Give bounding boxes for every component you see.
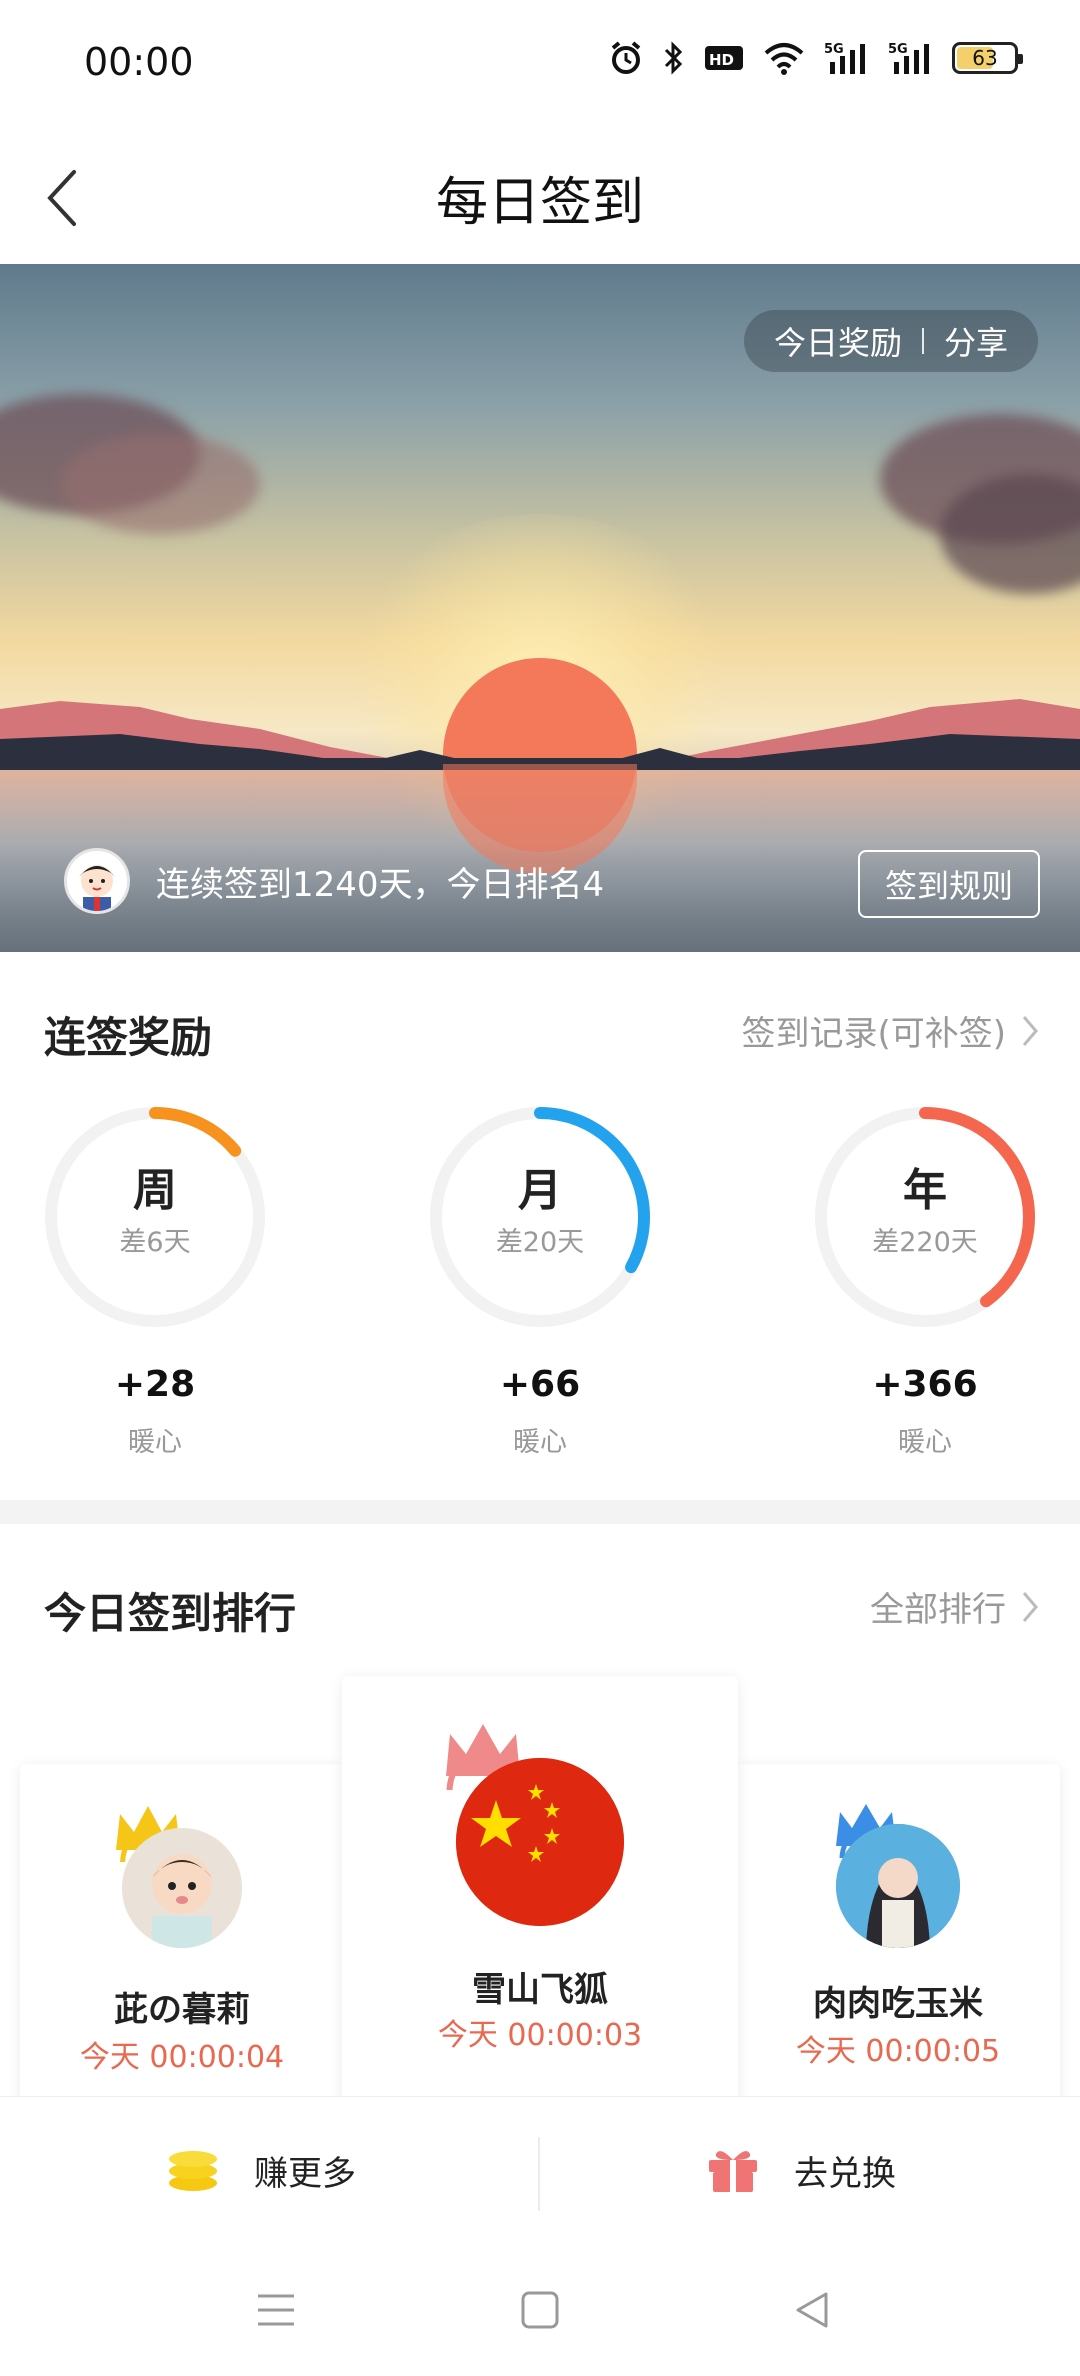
avatar xyxy=(836,1824,960,1948)
reward-unit: 暖心 xyxy=(513,1427,567,1458)
coins-icon xyxy=(169,2151,217,2191)
svg-text:5G: 5G xyxy=(824,42,844,57)
reward-week[interactable]: 周 差6天 +28 暖心 xyxy=(40,1102,270,1458)
gift-icon xyxy=(709,2151,757,2192)
bluetooth-icon xyxy=(662,40,686,76)
status-icons: HD 5G 5G 63 xyxy=(608,40,1023,76)
hero-banner: 今日奖励 分享 连续签到1240天，今日排名4 签到规则 xyxy=(0,264,1080,952)
5g-signal-icon: 5G xyxy=(888,40,934,76)
signin-record-link[interactable]: 签到记录(可补签) xyxy=(741,1006,1040,1055)
svg-text:5G: 5G xyxy=(888,42,908,57)
hd-icon: HD xyxy=(704,43,744,73)
rank-card-second[interactable]: 茈の暮莉 今天 00:00:04 xyxy=(20,1764,344,2096)
avatar[interactable] xyxy=(64,848,130,914)
reward-period: 月 xyxy=(518,1165,562,1216)
section-title-rewards: 连签奖励 xyxy=(44,1013,213,1062)
rank-card-first[interactable]: 雪山飞狐 今天 00:00:03 xyxy=(342,1676,738,2096)
today-reward-link[interactable]: 今日奖励 xyxy=(774,318,902,364)
reward-month[interactable]: 月 差20天 +66 暖心 xyxy=(425,1102,655,1458)
all-ranking-link[interactable]: 全部排行 xyxy=(870,1582,1040,1631)
action-separator xyxy=(538,2137,540,2211)
battery-level: 63 xyxy=(972,46,998,70)
rank-name: 雪山飞狐 xyxy=(472,1970,608,2010)
redeem-button[interactable]: 去兑换 xyxy=(706,2097,896,2243)
today-ranking-section: 今日签到排行 全部排行 茈の暮莉 今天 00:00:04 雪山飞狐 今天 00:… xyxy=(0,1524,1080,2096)
reward-points: +66 xyxy=(499,1364,581,1405)
progress-ring: 周 差6天 xyxy=(40,1102,270,1332)
chevron-right-icon xyxy=(1022,1015,1038,1046)
streak-rewards-section: 连签奖励 签到记录(可补签) 周 差6天 +28 暖心 月 差20天 +66 暖… xyxy=(0,952,1080,1500)
rank-time: 今天 00:00:05 xyxy=(795,2034,1001,2069)
header: 每日签到 xyxy=(0,130,1080,264)
reward-period: 周 xyxy=(133,1165,177,1216)
pill-separator xyxy=(921,328,924,354)
home-icon xyxy=(521,2291,559,2329)
share-link[interactable]: 分享 xyxy=(944,318,1008,364)
progress-ring: 月 差20天 xyxy=(425,1102,655,1332)
menu-icon xyxy=(258,2294,294,2326)
alarm-icon xyxy=(608,40,644,76)
reward-year[interactable]: 年 差220天 +366 暖心 xyxy=(810,1102,1040,1458)
reward-unit: 暖心 xyxy=(898,1427,952,1458)
reward-points: +28 xyxy=(114,1364,196,1405)
svg-text:HD: HD xyxy=(709,51,734,69)
mountain-left xyxy=(0,701,420,764)
all-ranking-label: 全部排行 xyxy=(870,1590,1006,1630)
home-button[interactable] xyxy=(510,2280,570,2340)
page-title: 每日签到 xyxy=(435,173,644,233)
reward-period: 年 xyxy=(903,1165,947,1216)
avatar xyxy=(456,1758,624,1926)
signin-rules-button[interactable]: 签到规则 xyxy=(858,850,1040,918)
rank-name: 肉肉吃玉米 xyxy=(813,1984,983,2024)
status-bar: 00:00 HD 5G 5G 63 xyxy=(0,0,1080,130)
section-divider xyxy=(0,1500,1080,1524)
reward-remaining: 差6天 xyxy=(119,1227,191,1258)
section-title-ranking: 今日签到排行 xyxy=(44,1589,297,1638)
menu-button[interactable] xyxy=(246,2280,306,2340)
streak-text: 连续签到1240天，今日排名4 xyxy=(156,864,605,905)
chevron-right-icon xyxy=(1022,1591,1038,1622)
progress-ring: 年 差220天 xyxy=(810,1102,1040,1332)
bottom-action-bar: 赚更多 去兑换 xyxy=(0,2096,1080,2242)
triangle-back-icon xyxy=(796,2292,828,2328)
rank-time: 今天 00:00:03 xyxy=(437,2018,643,2053)
wifi-icon xyxy=(762,41,806,75)
rank-name: 茈の暮莉 xyxy=(114,1990,250,2030)
5g-signal-icon: 5G xyxy=(824,40,870,76)
hero-action-pill: 今日奖励 分享 xyxy=(743,310,1038,372)
avatar xyxy=(122,1828,242,1948)
back-nav-button[interactable] xyxy=(782,2280,842,2340)
earn-more-button[interactable]: 赚更多 xyxy=(166,2097,356,2243)
rank-time: 今天 00:00:04 xyxy=(79,2040,285,2075)
reward-remaining: 差220天 xyxy=(872,1227,978,1258)
redeem-label: 去兑换 xyxy=(794,2153,896,2194)
cloud-left-2 xyxy=(60,434,260,534)
signin-record-label: 签到记录(可补签) xyxy=(741,1014,1006,1054)
user-streak: 连续签到1240天，今日排名4 xyxy=(64,848,604,914)
reward-points: +366 xyxy=(872,1364,978,1405)
reward-unit: 暖心 xyxy=(128,1427,182,1458)
reward-remaining: 差20天 xyxy=(495,1227,585,1258)
status-time: 00:00 xyxy=(84,40,194,84)
battery-icon: 63 xyxy=(952,42,1023,74)
earn-more-label: 赚更多 xyxy=(254,2153,356,2194)
system-nav-bar xyxy=(0,2242,1080,2376)
rank-card-third[interactable]: 肉肉吃玉米 今天 00:00:05 xyxy=(736,1764,1060,2096)
